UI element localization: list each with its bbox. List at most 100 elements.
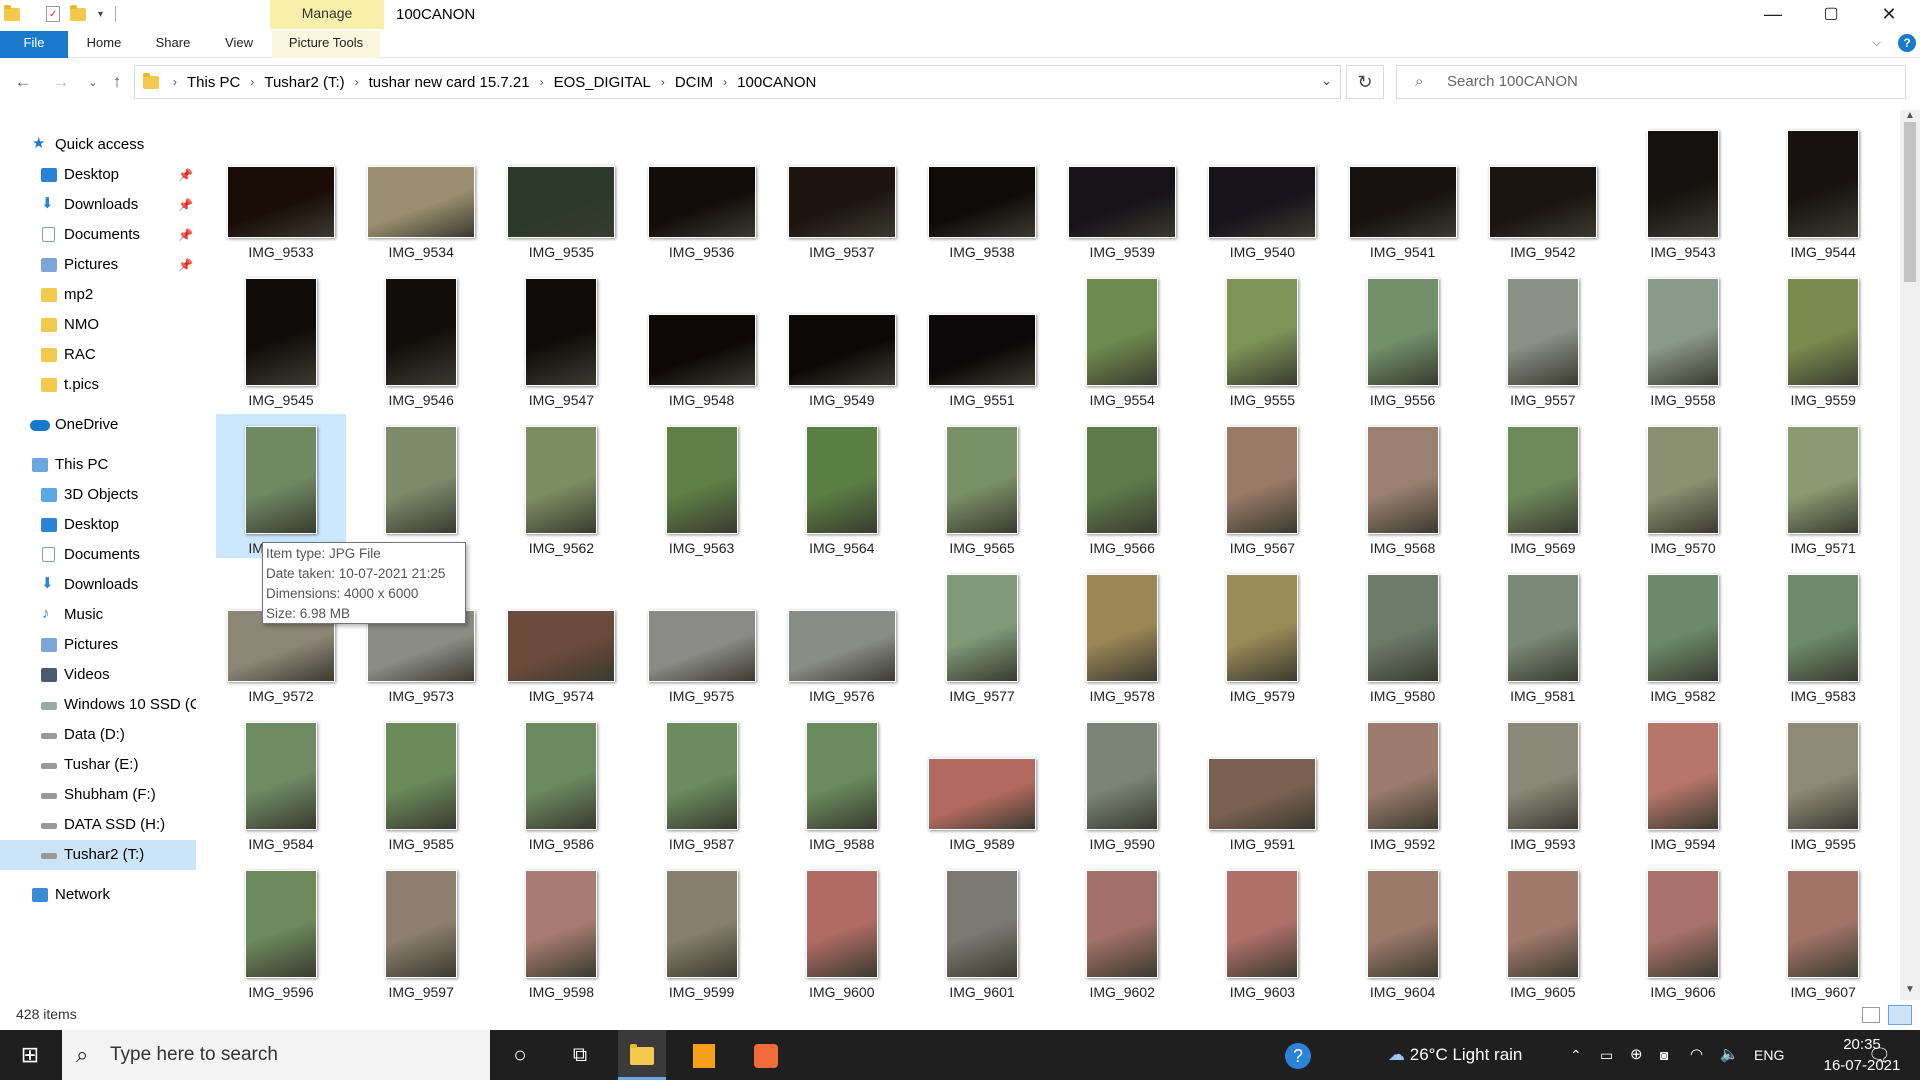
- tab-picture-tools[interactable]: Picture Tools: [272, 31, 380, 58]
- photo-thumbnail[interactable]: [1366, 574, 1439, 682]
- details-view-icon[interactable]: [1862, 1007, 1880, 1023]
- nav-pc-tushar2-t[interactable]: Tushar2 (T:): [0, 840, 196, 870]
- address-dropdown-icon[interactable]: ⌄: [1321, 73, 1332, 89]
- file-name[interactable]: IMG_9549: [777, 392, 907, 408]
- photo-thumbnail[interactable]: [1086, 722, 1159, 830]
- file-tile[interactable]: IMG_9535: [496, 118, 626, 262]
- language-indicator[interactable]: ENG: [1754, 1030, 1784, 1080]
- file-name[interactable]: IMG_9565: [917, 540, 1047, 556]
- photo-thumbnail[interactable]: [928, 314, 1036, 386]
- photo-thumbnail[interactable]: [245, 870, 317, 978]
- file-tile[interactable]: IMG_9590: [1057, 710, 1187, 854]
- file-name[interactable]: IMG_9589: [917, 836, 1047, 852]
- file-name[interactable]: IMG_9567: [1197, 540, 1327, 556]
- file-tile[interactable]: IMG_9575: [637, 562, 767, 706]
- photo-thumbnail[interactable]: [1787, 426, 1860, 534]
- nav-quick-desktop[interactable]: Desktop 📌: [0, 160, 196, 190]
- nav-pc-3d-objects[interactable]: 3D Objects: [0, 480, 196, 510]
- file-name[interactable]: IMG_9564: [777, 540, 907, 556]
- file-tile[interactable]: IMG_9598: [496, 858, 626, 1002]
- file-name[interactable]: IMG_9582: [1618, 688, 1748, 704]
- file-tile[interactable]: IMG_9545: [216, 266, 346, 410]
- camera-icon[interactable]: ◙: [1660, 1030, 1668, 1080]
- file-tile[interactable]: IMG_9579: [1197, 562, 1327, 706]
- file-tile[interactable]: IMG_9593: [1478, 710, 1608, 854]
- nav-quick-mp2[interactable]: mp2: [0, 280, 196, 310]
- photo-thumbnail[interactable]: [1787, 278, 1860, 386]
- file-name[interactable]: IMG_9595: [1758, 836, 1888, 852]
- file-tile[interactable]: IMG_9551: [917, 266, 1047, 410]
- file-tile[interactable]: IMG_9555: [1197, 266, 1327, 410]
- breadcrumb-card[interactable]: tushar new card 15.7.21 ›: [369, 74, 554, 91]
- nav-quick-documents[interactable]: Documents 📌: [0, 220, 196, 250]
- file-name[interactable]: IMG_9592: [1338, 836, 1468, 852]
- file-tile[interactable]: IMG_9587: [637, 710, 767, 854]
- forward-button[interactable]: →: [50, 72, 72, 92]
- search-input[interactable]: ⌕ Search 100CANON: [1396, 65, 1906, 99]
- tab-file[interactable]: File: [0, 31, 68, 58]
- nav-pc-downloads[interactable]: ⬇ Downloads: [0, 570, 196, 600]
- notifications-icon[interactable]: 🗨: [1868, 1030, 1891, 1080]
- photo-thumbnail[interactable]: [507, 610, 616, 682]
- file-name[interactable]: IMG_9584: [216, 836, 346, 852]
- breadcrumb-100canon[interactable]: 100CANON: [737, 74, 816, 91]
- photo-thumbnail[interactable]: [1226, 870, 1299, 978]
- photo-thumbnail[interactable]: [1366, 722, 1439, 830]
- photo-thumbnail[interactable]: [385, 278, 458, 386]
- file-name[interactable]: IMG_9577: [917, 688, 1047, 704]
- taskbar-search[interactable]: ⌕ Type here to search: [62, 1030, 490, 1080]
- photo-thumbnail[interactable]: [805, 870, 878, 978]
- file-name[interactable]: IMG_9587: [637, 836, 767, 852]
- photo-thumbnail[interactable]: [245, 278, 317, 386]
- scrollbar-thumb[interactable]: [1904, 122, 1916, 282]
- photo-thumbnail[interactable]: [525, 278, 598, 386]
- photo-thumbnail[interactable]: [1068, 166, 1177, 238]
- photo-thumbnail[interactable]: [1086, 870, 1159, 978]
- file-name[interactable]: IMG_9591: [1197, 836, 1327, 852]
- file-tile[interactable]: IMG_9596: [216, 858, 346, 1002]
- file-tile[interactable]: IMG_9537: [777, 118, 907, 262]
- file-name[interactable]: IMG_9568: [1338, 540, 1468, 556]
- file-tile[interactable]: IMG_9585: [356, 710, 486, 854]
- breadcrumb-sep[interactable]: ›: [163, 75, 187, 89]
- file-name[interactable]: IMG_9540: [1197, 244, 1327, 260]
- file-name[interactable]: IMG_9536: [637, 244, 767, 260]
- photo-thumbnail[interactable]: [665, 870, 738, 978]
- photo-thumbnail[interactable]: [946, 574, 1018, 682]
- file-tile[interactable]: IMG_9539: [1057, 118, 1187, 262]
- file-name[interactable]: IMG_9539: [1057, 244, 1187, 260]
- file-name[interactable]: IMG_9537: [777, 244, 907, 260]
- photo-thumbnail[interactable]: [525, 426, 598, 534]
- file-name[interactable]: IMG_9598: [496, 984, 626, 1000]
- photo-thumbnail[interactable]: [1488, 166, 1597, 238]
- weather-widget[interactable]: ☁ 26°C Light rain: [1388, 1030, 1522, 1080]
- photo-thumbnail[interactable]: [1366, 426, 1439, 534]
- scroll-up-icon[interactable]: ▲: [1900, 110, 1920, 121]
- photo-thumbnail[interactable]: [227, 166, 335, 238]
- nav-quick-rac[interactable]: RAC: [0, 340, 196, 370]
- file-tile[interactable]: IMG_9592: [1338, 710, 1468, 854]
- file-name[interactable]: IMG_9593: [1478, 836, 1608, 852]
- file-tile[interactable]: IMG_9583: [1758, 562, 1888, 706]
- file-name[interactable]: IMG_9588: [777, 836, 907, 852]
- nav-quick-nmo[interactable]: NMO: [0, 310, 196, 340]
- photo-thumbnail[interactable]: [1647, 574, 1719, 682]
- recent-locations-icon[interactable]: ⌄: [82, 76, 104, 89]
- photo-thumbnail[interactable]: [1226, 278, 1299, 386]
- photo-thumbnail[interactable]: [1366, 278, 1439, 386]
- file-name[interactable]: IMG_9586: [496, 836, 626, 852]
- file-name[interactable]: IMG_9601: [917, 984, 1047, 1000]
- file-tile[interactable]: IMG_9559: [1758, 266, 1888, 410]
- breadcrumb-eos-digital[interactable]: EOS_DIGITAL ›: [554, 74, 675, 91]
- photo-thumbnail[interactable]: [385, 426, 458, 534]
- photo-thumbnail[interactable]: [1208, 758, 1317, 830]
- photo-thumbnail[interactable]: [1647, 426, 1719, 534]
- minimize-button[interactable]: —: [1744, 0, 1802, 31]
- file-tile[interactable]: IMG_9544: [1758, 118, 1888, 262]
- file-name[interactable]: IMG_9563: [637, 540, 767, 556]
- file-name[interactable]: IMG_9580: [1338, 688, 1468, 704]
- file-name[interactable]: IMG_9541: [1338, 244, 1468, 260]
- nav-pc-shubham-f[interactable]: Shubham (F:): [0, 780, 196, 810]
- photo-thumbnail[interactable]: [1787, 870, 1860, 978]
- photo-thumbnail[interactable]: [1647, 278, 1719, 386]
